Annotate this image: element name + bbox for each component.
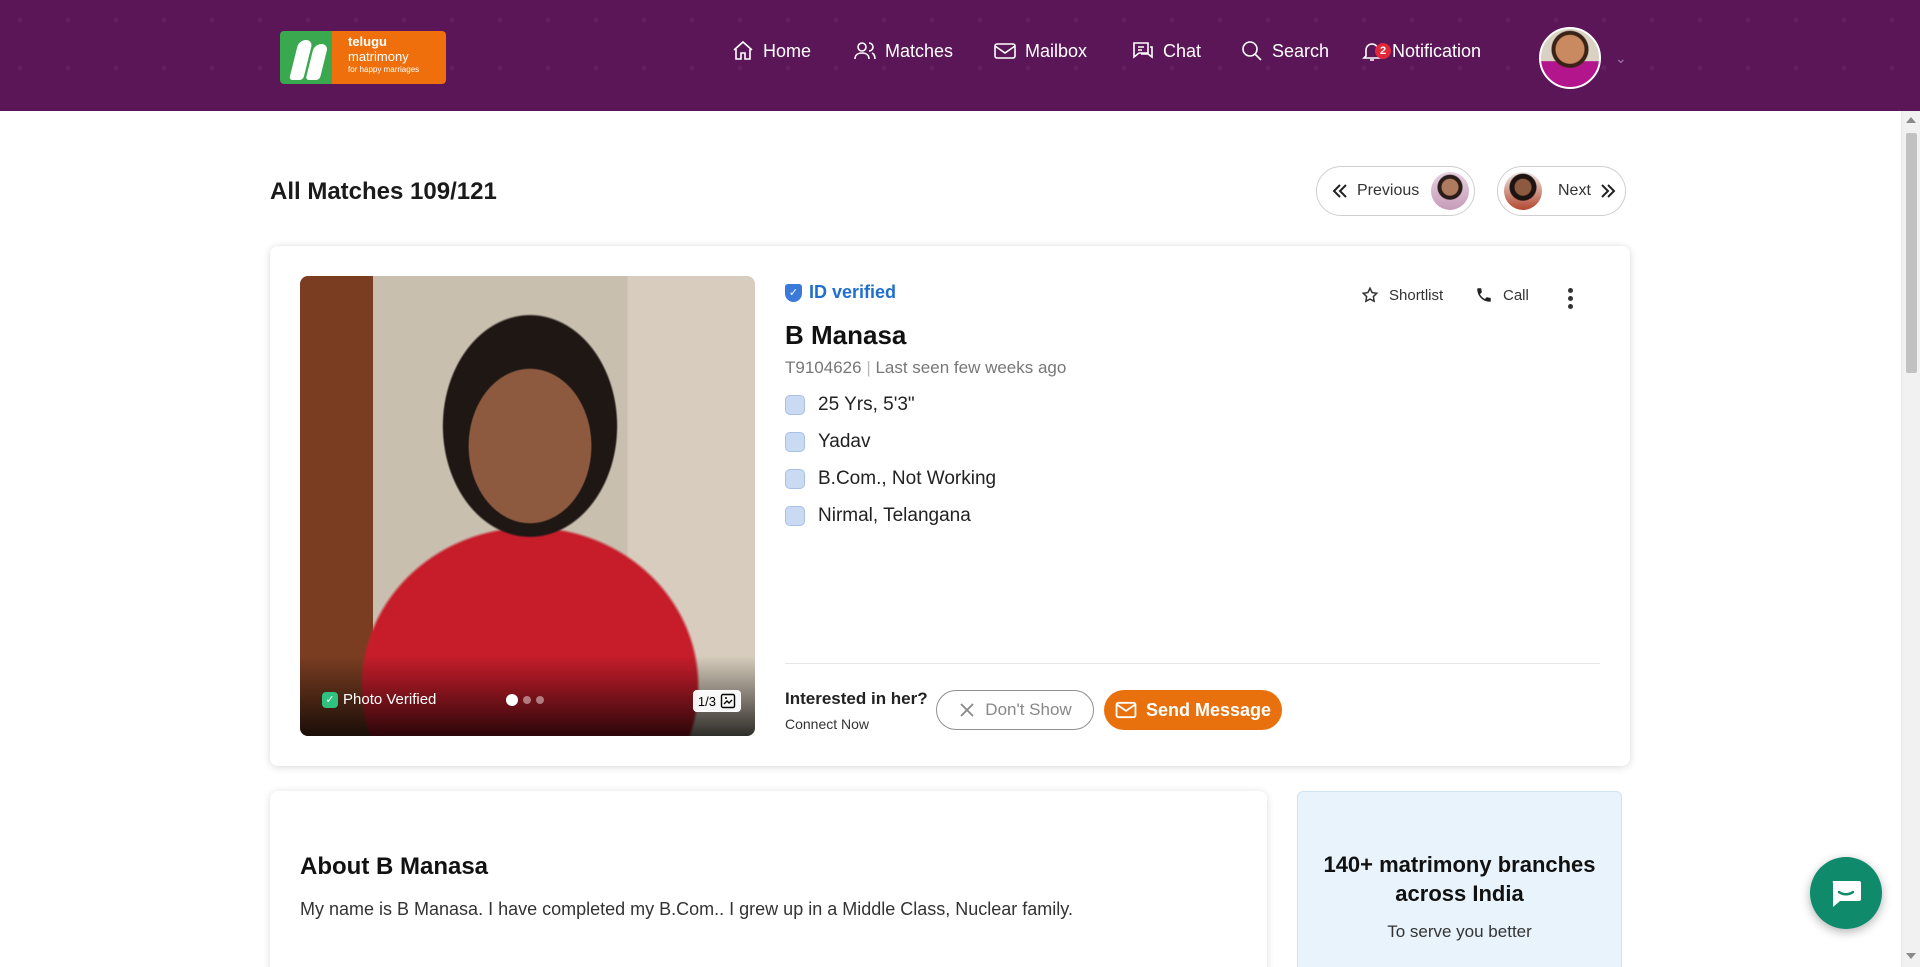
carousel-dot[interactable] [506, 694, 518, 706]
detail-age-height: 25 Yrs, 5'3" [785, 394, 915, 416]
more-options-icon[interactable] [1568, 288, 1574, 312]
previous-profile-thumbnail [1431, 172, 1470, 210]
age-height-icon [785, 395, 805, 415]
next-profile-thumbnail [1504, 172, 1542, 210]
chevron-down-icon[interactable]: ⌄ [1615, 50, 1627, 67]
double-chevron-right-icon [1601, 184, 1616, 198]
branches-promo: 140+ matrimony branches across India To … [1297, 791, 1622, 967]
profile-meta: T9104626 | Last seen few weeks ago [785, 358, 1067, 377]
nav-notification-label: Notification [1392, 40, 1482, 61]
id-verified-label: ID verified [809, 282, 897, 302]
photo-carousel-dots[interactable] [506, 694, 544, 706]
detail-community: Yadav [785, 431, 870, 453]
shortlist-button[interactable]: Shortlist [1361, 286, 1443, 304]
mail-icon [1115, 701, 1137, 719]
nav-home[interactable]: Home [731, 34, 811, 68]
star-icon [1361, 286, 1379, 303]
detail-age-height-text: 25 Yrs, 5'3" [818, 394, 915, 415]
nav-chat-label: Chat [1163, 40, 1202, 61]
nav-mailbox-label: Mailbox [1025, 40, 1088, 61]
dont-show-label: Don't Show [985, 700, 1072, 719]
community-icon [785, 432, 805, 452]
carousel-dot[interactable] [536, 696, 544, 704]
chat-bubble-icon [1832, 881, 1861, 907]
photo-counter[interactable]: 1/3 [692, 690, 741, 712]
carousel-dot[interactable] [523, 696, 531, 704]
connect-now-label: Connect Now [785, 716, 870, 732]
divider [785, 663, 1600, 664]
scrollbar-thumb[interactable] [1906, 133, 1917, 373]
nav-search[interactable]: Search [1240, 34, 1329, 68]
detail-community-text: Yadav [818, 431, 871, 452]
about-title: About B Manasa [300, 853, 489, 880]
profile-id: T9104626 [785, 358, 862, 377]
dont-show-button[interactable]: Don't Show [936, 690, 1094, 730]
call-button[interactable]: Call [1475, 286, 1529, 304]
user-avatar[interactable] [1539, 27, 1601, 89]
search-icon [1242, 41, 1262, 61]
interested-prompt: Interested in her? [785, 689, 928, 708]
detail-location-text: Nirmal, Telangana [818, 505, 971, 526]
logo-line-1: telugu [348, 34, 387, 49]
gallery-icon [720, 693, 736, 709]
nav-notification[interactable]: 2 Notification [1360, 34, 1481, 68]
shield-check-icon: ✓ [785, 283, 802, 302]
page-title: All Matches 109/121 [270, 178, 497, 205]
nav-mailbox[interactable]: Mailbox [993, 34, 1087, 68]
double-chevron-left-icon [1332, 184, 1347, 198]
top-navigation-bar: telugu matrimony for happy marriages Hom… [0, 0, 1920, 111]
nav-matches-label: Matches [885, 40, 954, 61]
check-icon: ✓ [322, 691, 338, 708]
logo-tagline: for happy marriages [348, 65, 420, 74]
nav-matches[interactable]: Matches [853, 34, 953, 68]
branches-title: 140+ matrimony branches across India [1323, 852, 1596, 906]
nav-search-label: Search [1272, 40, 1330, 61]
detail-education: B.Com., Not Working [785, 468, 996, 490]
page-scrollbar[interactable] [1901, 111, 1920, 967]
detail-location: Nirmal, Telangana [785, 505, 971, 527]
nav-chat[interactable]: Chat [1131, 34, 1201, 68]
education-icon [785, 469, 805, 489]
profile-name: B Manasa [785, 320, 907, 350]
photo-counter-text: 1/3 [697, 693, 716, 709]
photo-verified-badge: ✓ Photo Verified [322, 691, 436, 708]
previous-profile-button[interactable]: Previous [1316, 166, 1475, 216]
send-message-button[interactable]: Send Message [1104, 690, 1282, 730]
previous-label: Previous [1357, 182, 1420, 199]
telugu-matrimony-logo[interactable]: telugu matrimony for happy marriages [280, 31, 446, 84]
close-icon [960, 703, 974, 717]
chat-support-button[interactable] [1810, 857, 1882, 929]
mail-icon [994, 43, 1016, 59]
scroll-down-icon[interactable] [1906, 953, 1916, 959]
scroll-up-icon[interactable] [1906, 117, 1916, 123]
location-icon [785, 506, 805, 526]
next-profile-button[interactable]: Next [1497, 166, 1626, 216]
next-label: Next [1558, 182, 1591, 199]
shortlist-label: Shortlist [1389, 286, 1444, 304]
logo-figures-icon [280, 31, 332, 84]
last-seen: Last seen few weeks ago [875, 358, 1067, 377]
chat-icon [1133, 42, 1153, 59]
send-message-label: Send Message [1145, 699, 1272, 720]
about-text: My name is B Manasa. I have completed my… [300, 899, 1073, 919]
phone-icon [1477, 288, 1491, 302]
branches-subtitle: To serve you better [1387, 922, 1532, 941]
home-icon [733, 40, 753, 60]
nav-home-label: Home [763, 40, 812, 61]
photo-verified-label: Photo Verified [343, 691, 437, 708]
notification-count-badge: 2 [1375, 43, 1391, 59]
logo-line-2: matrimony [348, 49, 409, 64]
about-section: About B Manasa My name is B Manasa. I ha… [270, 791, 1267, 967]
profile-card: ✓ Photo Verified 1/3 ✓ ID verified B Man… [270, 246, 1630, 766]
users-icon [854, 42, 876, 60]
call-label: Call [1503, 286, 1529, 304]
id-verified-badge: ✓ ID verified [785, 282, 896, 303]
profile-photo[interactable]: ✓ Photo Verified 1/3 [300, 276, 755, 736]
detail-education-text: B.Com., Not Working [818, 468, 997, 489]
